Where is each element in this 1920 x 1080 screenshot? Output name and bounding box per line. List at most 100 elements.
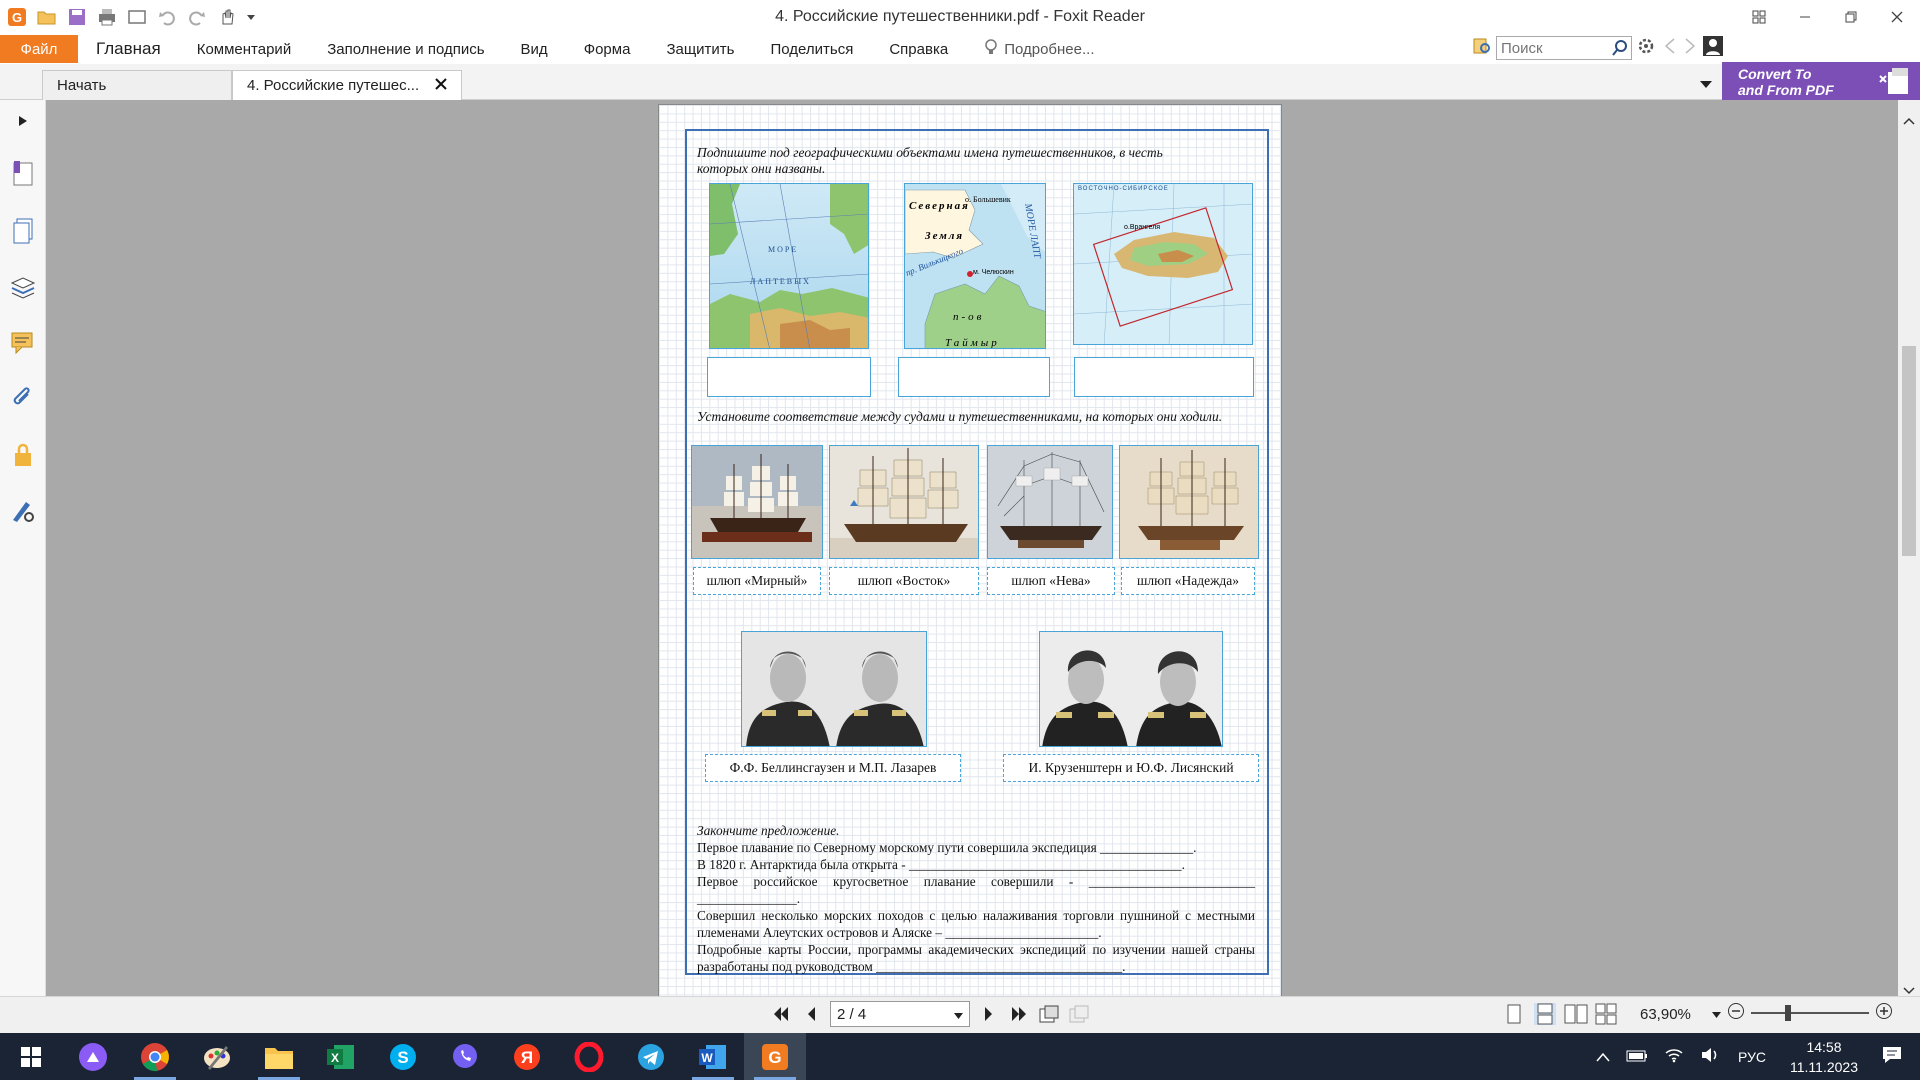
volume-icon[interactable] <box>1692 1047 1728 1066</box>
save-icon[interactable] <box>64 4 90 30</box>
zoom-in-icon[interactable] <box>1875 1002 1893 1024</box>
map-label: ВОСТОЧНО-СИБИРСКОЕ <box>1078 186 1169 192</box>
menu-comment[interactable]: Комментарий <box>179 41 309 58</box>
previous-view-icon[interactable] <box>1038 1001 1060 1027</box>
maximize-button[interactable] <box>1828 0 1874 34</box>
continuous-page-icon[interactable] <box>1534 1003 1556 1025</box>
wifi-icon[interactable] <box>1656 1047 1692 1066</box>
task-3-title: Закончите предложение. <box>697 823 840 838</box>
menu-help[interactable]: Справка <box>871 41 966 58</box>
answer-box-3[interactable] <box>1074 357 1254 397</box>
search-icon[interactable] <box>1612 40 1628 60</box>
ribbon-toggle-icon[interactable] <box>1736 0 1782 34</box>
user-account-icon[interactable] <box>1702 35 1724 61</box>
notifications-icon[interactable] <box>1872 1046 1920 1067</box>
file-menu[interactable]: Файл <box>0 35 78 63</box>
signatures-icon[interactable] <box>8 496 38 526</box>
find-file-icon[interactable] <box>1472 36 1492 60</box>
zoom-dropdown-icon[interactable] <box>1712 1005 1721 1022</box>
vertical-scrollbar[interactable] <box>1898 100 1920 996</box>
tray-overflow-icon[interactable] <box>1588 1049 1618 1065</box>
continuous-facing-icon[interactable] <box>1594 1003 1617 1025</box>
menu-view[interactable]: Вид <box>503 41 566 58</box>
scroll-up-icon[interactable] <box>1903 112 1915 129</box>
zoom-slider-knob[interactable] <box>1785 1005 1791 1021</box>
next-view-icon[interactable] <box>1068 1001 1090 1027</box>
expand-panel-icon[interactable] <box>8 106 38 136</box>
ship-photo-nadezhda <box>1119 445 1259 559</box>
window-title: 4. Российские путешественники.pdf - Foxi… <box>775 8 1145 25</box>
word-icon[interactable]: W <box>682 1033 744 1080</box>
start-icon[interactable] <box>0 1033 62 1080</box>
map-label: Таймыр <box>945 337 1000 349</box>
svg-text:W: W <box>701 1051 713 1065</box>
security-lock-icon[interactable] <box>8 440 38 470</box>
back-arrow-icon[interactable] <box>1662 37 1678 59</box>
zoom-level[interactable]: 63,90% <box>1640 1006 1691 1023</box>
pdf-doc-icon <box>1878 68 1912 99</box>
pages-thumbnails-icon[interactable] <box>8 216 38 246</box>
settings-gear-icon[interactable] <box>1636 36 1658 60</box>
facing-pages-icon[interactable] <box>1564 1003 1588 1025</box>
yandex-icon[interactable]: Я <box>496 1033 558 1080</box>
attachments-icon[interactable] <box>8 384 38 414</box>
battery-icon[interactable] <box>1618 1049 1656 1065</box>
close-tab-icon[interactable] <box>435 77 447 94</box>
document-view[interactable]: Подпишите под географическими объектами … <box>46 100 1898 996</box>
system-clock[interactable]: 14:58 11.11.2023 <box>1776 1037 1872 1077</box>
menu-home[interactable]: Главная <box>78 39 179 59</box>
screenshot-icon[interactable] <box>124 4 150 30</box>
tab-list-dropdown-icon[interactable] <box>1700 76 1712 93</box>
last-page-icon[interactable] <box>1008 1001 1030 1027</box>
zoom-slider[interactable] <box>1751 1005 1869 1021</box>
close-button[interactable] <box>1874 0 1920 34</box>
ship-photo-mirny <box>691 445 823 559</box>
menu-protect[interactable]: Защитить <box>648 41 752 58</box>
answer-box-1[interactable] <box>707 357 871 397</box>
single-page-icon[interactable] <box>1504 1003 1526 1025</box>
open-folder-icon[interactable] <box>34 4 60 30</box>
telegram-icon[interactable] <box>620 1033 682 1080</box>
page-layout-buttons <box>1504 1003 1617 1025</box>
explorer-icon[interactable] <box>248 1033 310 1080</box>
tab-document[interactable]: 4. Российские путешес... <box>232 70 462 100</box>
bookmarks-icon[interactable] <box>8 158 38 188</box>
viber-icon[interactable] <box>434 1033 496 1080</box>
foxit-icon[interactable]: G <box>744 1033 806 1080</box>
chrome-icon[interactable] <box>124 1033 186 1080</box>
skype-icon[interactable]: S <box>372 1033 434 1080</box>
undo-icon[interactable] <box>154 4 180 30</box>
zoom-out-icon[interactable] <box>1727 1002 1745 1024</box>
excel-icon[interactable]: X <box>310 1033 372 1080</box>
menu-fill-sign[interactable]: Заполнение и подпись <box>309 41 502 58</box>
minimize-button[interactable] <box>1782 0 1828 34</box>
redo-icon[interactable] <box>184 4 210 30</box>
answer-box-2[interactable] <box>898 357 1050 397</box>
next-page-icon[interactable] <box>978 1001 1000 1027</box>
map-label: Л А П Т Е В Ы Х <box>750 277 809 286</box>
paint-icon[interactable] <box>186 1033 248 1080</box>
menu-form[interactable]: Форма <box>566 41 649 58</box>
opera-icon[interactable] <box>558 1033 620 1080</box>
hand-tool-icon[interactable] <box>214 4 240 30</box>
forward-arrow-icon[interactable] <box>1682 37 1698 59</box>
first-page-icon[interactable] <box>770 1001 792 1027</box>
scrollbar-thumb[interactable] <box>1902 346 1916 556</box>
page-dropdown-icon[interactable] <box>954 1006 963 1023</box>
print-icon[interactable] <box>94 4 120 30</box>
language-indicator[interactable]: РУС <box>1728 1049 1776 1065</box>
previous-page-icon[interactable] <box>800 1001 822 1027</box>
tab-start[interactable]: Начать <box>42 70 232 100</box>
map-label: п-ов <box>953 311 984 323</box>
page-number-field[interactable]: 2 / 4 <box>830 1001 970 1027</box>
foxit-logo-icon[interactable]: G <box>4 4 30 30</box>
customize-toolbar-icon[interactable] <box>244 4 258 30</box>
convert-pdf-banner[interactable]: Convert To and From PDF <box>1722 62 1920 100</box>
tell-me[interactable]: Подробнее... <box>966 38 1094 60</box>
alice-icon[interactable] <box>62 1033 124 1080</box>
layers-icon[interactable] <box>8 272 38 302</box>
menu-share[interactable]: Поделиться <box>753 41 872 58</box>
quick-access-toolbar: G <box>0 4 258 30</box>
page-navigation: 2 / 4 <box>770 1001 1090 1027</box>
comments-icon[interactable] <box>8 328 38 358</box>
